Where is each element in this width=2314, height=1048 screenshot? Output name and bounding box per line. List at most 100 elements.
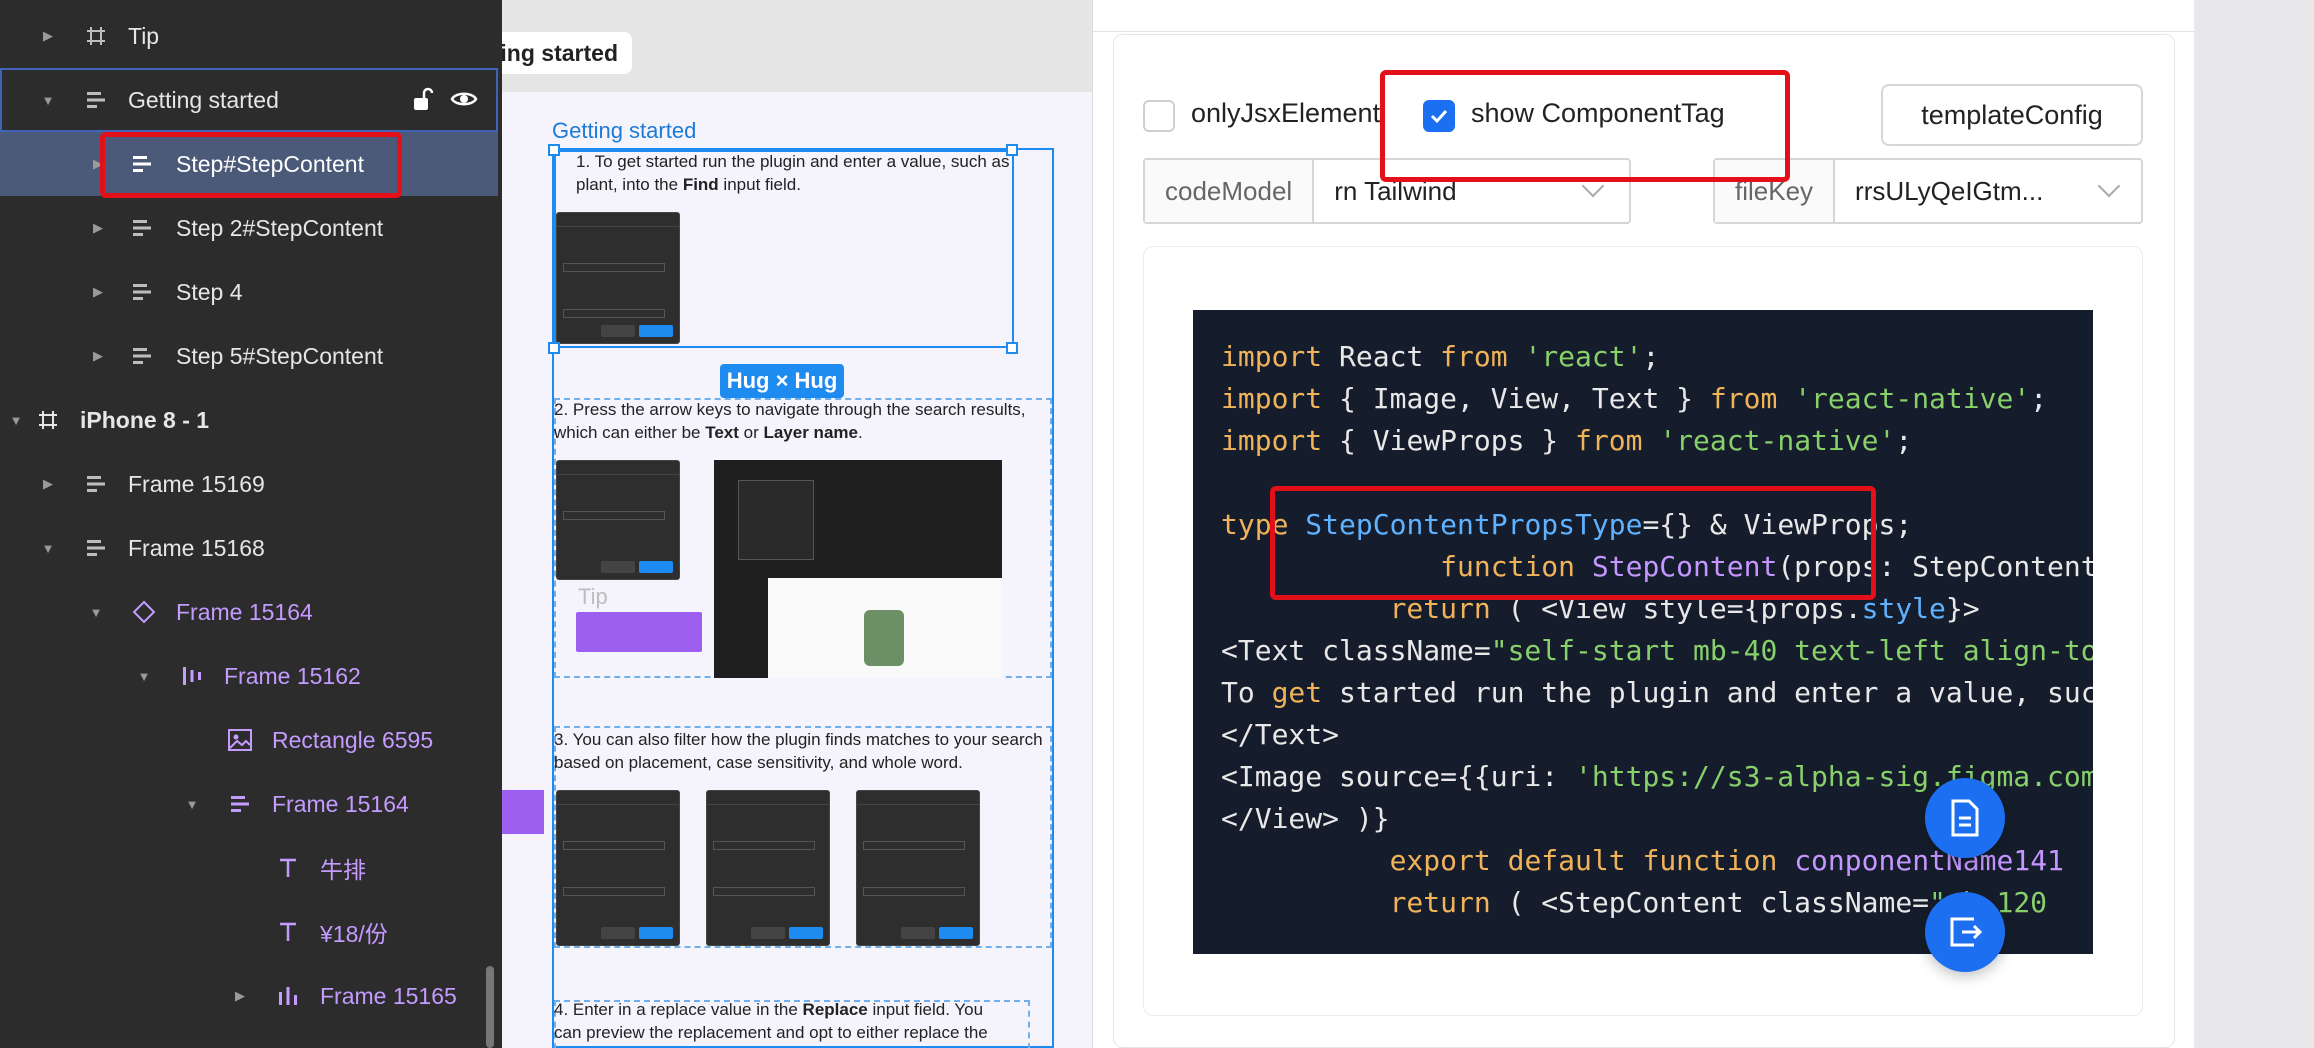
layer-label: Step 4 [176, 278, 243, 305]
tip-tooltip [576, 612, 702, 652]
layer-row-text-steak[interactable]: 牛排 [0, 836, 498, 900]
caret-right-icon[interactable]: ▶ [90, 220, 106, 236]
document-fab[interactable] [1925, 778, 2005, 858]
app-root: ▶ Tip ▼ Getting started ▶ Step#StepConte… [0, 0, 2314, 1048]
layer-label: Step 2#StepContent [176, 214, 384, 241]
selection-frame-title[interactable]: Getting started [552, 118, 696, 144]
auto-layout-icon [128, 278, 156, 306]
text: or [738, 423, 764, 442]
layer-row-text-price[interactable]: ¥18/份 [0, 900, 498, 964]
only-jsx-checkbox[interactable] [1143, 100, 1175, 132]
highlight-box-layer [100, 132, 402, 198]
caret-down-icon[interactable]: ▼ [136, 668, 152, 684]
layer-row-frame-15162[interactable]: ▼ Frame 15162 [0, 644, 498, 708]
layer-row-frame-15164[interactable]: ▼ Frame 15164 [0, 580, 498, 644]
text-icon [274, 918, 302, 946]
image-icon [226, 726, 254, 754]
resize-handle[interactable] [548, 342, 560, 354]
unlock-icon[interactable] [410, 86, 434, 118]
text: input field. You [867, 1000, 984, 1019]
text-icon [274, 854, 302, 882]
code-line: </View> )} [1221, 802, 1390, 835]
step3-text: 3. You can also filter how the plugin fi… [554, 728, 1043, 774]
template-config-button[interactable]: templateConfig [1881, 84, 2143, 146]
resize-handle[interactable] [548, 144, 560, 156]
document-icon [1951, 799, 1979, 837]
file-key-value[interactable]: rrsULyQeIGtm... [1835, 176, 2105, 207]
frame-hash-icon [34, 406, 62, 434]
layer-row-frame-15169[interactable]: ▶ Frame 15169 [0, 452, 498, 516]
text-bold: Layer name [763, 423, 858, 442]
text-bold: Replace [802, 1000, 868, 1019]
auto-layout-icon [226, 790, 254, 818]
layer-row-tip[interactable]: ▶ Tip [0, 4, 498, 68]
tip-overlay-label: Tip [578, 584, 608, 609]
layer-row-step-4[interactable]: ▶ Step 4 [0, 260, 498, 324]
step2-text: 2. Press the arrow keys to navigate thro… [554, 398, 1026, 444]
panel-top-bar [1093, 0, 2195, 32]
caret-right-icon[interactable]: ▶ [90, 348, 106, 364]
text: which can either be [554, 423, 706, 442]
component-instance-icon [130, 598, 158, 626]
layer-label: Frame 15169 [128, 470, 265, 497]
layer-row-rectangle-6595[interactable]: Rectangle 6595 [0, 708, 498, 772]
code-line: To get started run the plugin and enter … [1221, 676, 2093, 709]
caret-down-icon[interactable]: ▼ [184, 796, 200, 812]
step4-text: 4. Enter in a replace value in the Repla… [554, 998, 988, 1044]
layer-label: Frame 15162 [224, 662, 361, 689]
code-line: <Text className="self-start mb-40 text-l… [1221, 634, 2093, 667]
hug-size-badge: Hug × Hug [720, 364, 844, 398]
plugin-preview-dialog [556, 460, 680, 580]
code-line: import { ViewProps } from 'react-native'… [1221, 424, 1913, 457]
step4-line2: can preview the replacement and opt to e… [554, 1023, 988, 1042]
code-line: return ( <StepContent className="mb-120 [1389, 886, 2047, 919]
layers-scrollbar[interactable] [486, 966, 494, 1048]
step2-line2: which can either be Text or Layer name. [554, 421, 1026, 444]
layer-label: ¥18/份 [320, 921, 388, 947]
caret-right-icon[interactable]: ▶ [40, 28, 56, 44]
layer-row-getting-started[interactable]: ▼ Getting started [0, 68, 498, 132]
frame-hash-icon [82, 22, 110, 50]
caret-down-icon[interactable]: ▼ [40, 92, 56, 108]
caret-down-icon[interactable]: ▼ [40, 540, 56, 556]
window-background [2194, 0, 2314, 1048]
text-bold: Text [705, 423, 739, 442]
layer-row-frame-15165[interactable]: ▶ Frame 15165 [0, 964, 498, 1028]
search-results-screenshot [714, 460, 1002, 678]
caret-down-icon[interactable]: ▼ [88, 604, 104, 620]
layer-row-iphone-8[interactable]: ▼ iPhone 8 - 1 [0, 388, 498, 452]
layer-row-frame-15164-b[interactable]: ▼ Frame 15164 [0, 772, 498, 836]
layer-label: Frame 15168 [128, 534, 265, 561]
plugin-preview-dialog [856, 790, 980, 946]
caret-right-icon[interactable]: ▶ [90, 284, 106, 300]
step2-line1: 2. Press the arrow keys to navigate thro… [554, 400, 1026, 419]
layer-row-frame-15168[interactable]: ▼ Frame 15168 [0, 516, 498, 580]
auto-layout-icon [128, 214, 156, 242]
plugin-preview-dialog [556, 790, 680, 946]
caret-right-icon[interactable]: ▶ [40, 476, 56, 492]
frame-name-tag[interactable]: Getting started [502, 32, 632, 74]
resize-handle[interactable] [1006, 144, 1018, 156]
layer-label: Rectangle 6595 [272, 726, 434, 753]
layer-label: Tip [128, 22, 160, 49]
layer-label: Frame 15164 [176, 598, 313, 625]
step3-line2: based on placement, case sensitivity, an… [554, 753, 963, 772]
caret-right-icon[interactable]: ▶ [232, 988, 248, 1004]
eye-icon[interactable] [450, 86, 478, 118]
export-fab[interactable] [1925, 892, 2005, 972]
vertical-bars-icon [178, 662, 206, 690]
auto-layout-icon [82, 534, 110, 562]
resize-handle[interactable] [1006, 342, 1018, 354]
layer-row-step-2[interactable]: ▶ Step 2#StepContent [0, 196, 498, 260]
only-jsx-label[interactable]: onlyJsxElement [1191, 98, 1380, 129]
code-line: import React from 'react'; [1221, 340, 1660, 373]
selected-step-outline [554, 150, 1014, 348]
auto-layout-icon [128, 342, 156, 370]
design-canvas[interactable]: Getting started Getting started 1. To ge… [502, 0, 1092, 1048]
layer-row-step-5[interactable]: ▶ Step 5#StepContent [0, 324, 498, 388]
vertical-bars-icon [274, 982, 302, 1010]
caret-down-icon[interactable]: ▼ [8, 412, 24, 428]
layer-label: Step 5#StepContent [176, 342, 384, 369]
layer-label: iPhone 8 - 1 [80, 406, 210, 433]
code-line: export default function conponentName141 [1389, 844, 2064, 877]
